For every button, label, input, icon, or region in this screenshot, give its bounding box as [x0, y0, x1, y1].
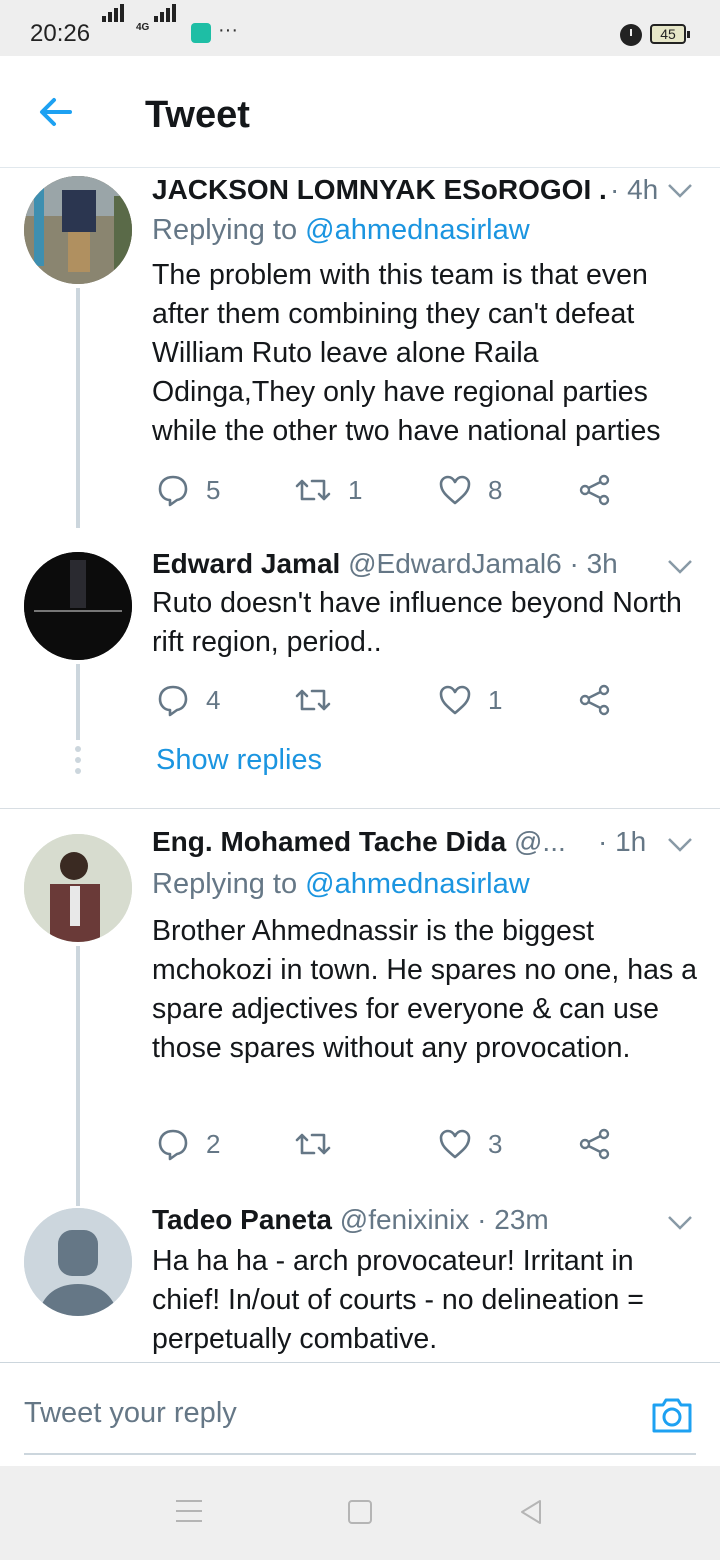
tweet-1[interactable]: JACKSON LOMNYAK ESoROGOI ... · 4h Replyi…: [0, 168, 720, 528]
reply-icon: [158, 475, 188, 507]
tweet-text: Brother Ahmednassir is the biggest mchok…: [152, 915, 697, 1064]
share-icon: [579, 684, 610, 716]
tweet-time: · 3h: [569, 548, 618, 579]
chevron-down-icon[interactable]: [666, 836, 694, 854]
home-icon[interactable]: [348, 1500, 372, 1524]
author-handle[interactable]: @EdwardJamal6: [348, 548, 562, 579]
reply-count: 2: [206, 1128, 221, 1159]
share-button[interactable]: [578, 470, 612, 510]
tweet-time: · 4h: [610, 174, 659, 205]
retweet-count: 1: [348, 474, 363, 505]
like-icon: [439, 1129, 471, 1159]
reply-button[interactable]: 5: [156, 470, 220, 510]
replying-to: Replying to @ahmednasirlaw: [152, 868, 530, 901]
author-handle[interactable]: @...: [514, 826, 566, 857]
like-button[interactable]: 8: [438, 470, 502, 510]
thread-line: [76, 946, 80, 1206]
author-name[interactable]: JACKSON LOMNYAK ESoROGOI ...: [152, 174, 607, 205]
retweet-icon: [295, 479, 331, 501]
chevron-down-icon[interactable]: [666, 1214, 694, 1232]
battery-icon: 45: [650, 24, 690, 44]
thread-line: [76, 288, 80, 528]
share-button[interactable]: [578, 1124, 612, 1164]
back-arrow-icon[interactable]: [34, 90, 78, 134]
status-time: 20:26: [30, 20, 91, 47]
retweet-button[interactable]: [294, 680, 348, 720]
like-button[interactable]: 3: [438, 1124, 502, 1164]
tweet-3[interactable]: Eng. Mohamed Tache Dida @... · 1h Replyi…: [0, 820, 720, 1206]
status-bar: 20:26 4G ··· 45: [0, 0, 720, 56]
retweet-icon: [295, 689, 331, 711]
avatar[interactable]: [24, 1208, 132, 1316]
retweet-button[interactable]: 1: [294, 470, 362, 510]
menu-icon[interactable]: [176, 1500, 202, 1524]
thread-line: [76, 664, 80, 740]
share-button[interactable]: [578, 680, 612, 720]
back-icon[interactable]: [518, 1498, 544, 1526]
page-title: Tweet: [145, 94, 250, 136]
reply-icon: [158, 685, 188, 717]
show-replies-link[interactable]: Show replies: [156, 744, 322, 777]
reply-count: 4: [206, 684, 221, 715]
tweet-time: · 1h: [598, 826, 647, 857]
tweet-actions: 2 3: [152, 1124, 632, 1164]
tweet-header: Eng. Mohamed Tache Dida @...: [152, 826, 570, 866]
avatar[interactable]: [24, 834, 132, 942]
app-header: Tweet: [0, 56, 720, 168]
camera-icon[interactable]: [650, 1393, 694, 1437]
replying-prefix: Replying to: [152, 214, 298, 246]
thread-dots: [75, 746, 81, 779]
tweet-header: JACKSON LOMNYAK ESoROGOI ...: [152, 174, 607, 214]
share-icon: [579, 474, 610, 506]
author-name[interactable]: Tadeo Paneta: [152, 1204, 332, 1235]
mention-link[interactable]: @ahmednasirlaw: [305, 214, 529, 246]
share-icon: [579, 1128, 610, 1160]
reply-button[interactable]: 2: [156, 1124, 220, 1164]
tweet-text: Ha ha ha - arch provocateur! Irritant in…: [152, 1245, 644, 1355]
reply-composer: Tweet your reply: [0, 1362, 720, 1466]
retweet-button[interactable]: [294, 1124, 348, 1164]
chevron-down-icon[interactable]: [666, 182, 694, 200]
avatar[interactable]: [24, 176, 132, 284]
like-icon: [439, 685, 471, 715]
divider: [0, 808, 720, 809]
author-handle[interactable]: @fenixinix: [340, 1204, 470, 1235]
reply-button[interactable]: 4: [156, 680, 220, 720]
retweet-icon: [295, 1133, 331, 1155]
tweet-4[interactable]: Tadeo Paneta @fenixinix · 23m Ha ha ha -…: [0, 1196, 720, 1362]
tweet-header: Tadeo Paneta @fenixinix · 23m: [152, 1204, 662, 1244]
like-count: 1: [488, 684, 503, 715]
tweet-text: Ruto doesn't have influence beyond North…: [152, 587, 682, 658]
tweet-actions: 4 1: [152, 680, 632, 720]
alarm-icon: [620, 24, 642, 46]
network-type: 4G: [136, 22, 150, 33]
like-icon: [439, 475, 471, 505]
author-name[interactable]: Eng. Mohamed Tache Dida: [152, 826, 506, 857]
reply-input[interactable]: Tweet your reply: [24, 1397, 237, 1430]
whatsapp-icon: [191, 23, 211, 43]
author-name[interactable]: Edward Jamal: [152, 548, 340, 579]
tweet-2[interactable]: Edward Jamal @EdwardJamal6 · 3h Ruto doe…: [0, 540, 720, 740]
reply-underline: [24, 1453, 696, 1455]
like-count: 3: [488, 1128, 503, 1159]
chevron-down-icon[interactable]: [666, 558, 694, 576]
tweet-header: Edward Jamal @EdwardJamal6 · 3h: [152, 548, 662, 588]
like-count: 8: [488, 474, 503, 505]
reply-icon: [158, 1129, 188, 1161]
tweet-text: The problem with this team is that even …: [152, 259, 661, 447]
replying-to: Replying to @ahmednasirlaw: [152, 214, 530, 247]
tweet-time: · 23m: [477, 1204, 549, 1235]
system-nav-bar: [0, 1466, 720, 1560]
reply-count: 5: [206, 474, 221, 505]
like-button[interactable]: 1: [438, 680, 502, 720]
default-avatar-icon: [24, 1208, 132, 1316]
avatar[interactable]: [24, 552, 132, 660]
more-notifications-icon: ···: [218, 19, 238, 41]
mention-link[interactable]: @ahmednasirlaw: [305, 868, 529, 900]
tweet-actions: 5 1 8: [152, 470, 632, 510]
replying-prefix: Replying to: [152, 868, 298, 900]
